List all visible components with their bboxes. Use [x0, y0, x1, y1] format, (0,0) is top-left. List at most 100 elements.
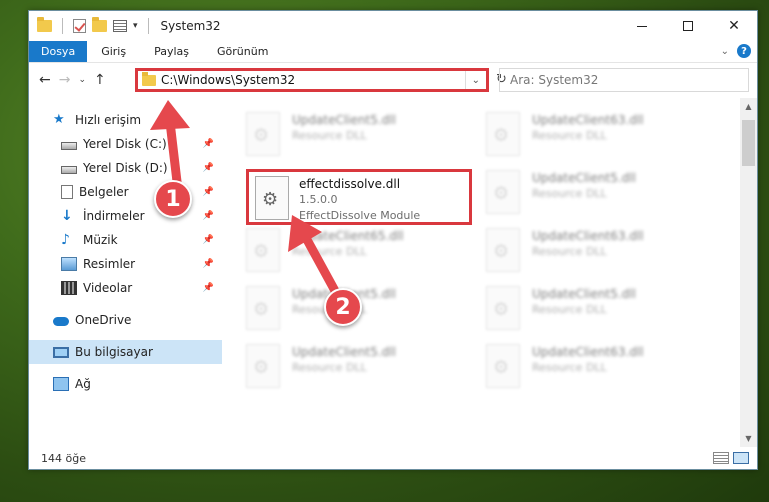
- sidebar-item-label: Belgeler: [79, 185, 129, 199]
- tab-file[interactable]: Dosya: [29, 41, 88, 62]
- recent-locations-icon[interactable]: ⌄: [78, 75, 86, 85]
- file-tile[interactable]: UpdateClient5.dllResource DLL: [486, 282, 726, 340]
- file-tile[interactable]: UpdateClient63.dllResource DLL: [486, 340, 726, 398]
- file-tile[interactable]: UpdateClient65.dllResource DLL: [246, 224, 486, 282]
- file-tile[interactable]: UpdateClient5.dllResource DLL: [246, 282, 486, 340]
- sidebar-item-label: İndirmeler: [83, 209, 145, 223]
- folder-icon: [142, 71, 156, 86]
- computer-icon: [53, 346, 69, 358]
- drive-icon: [61, 141, 77, 150]
- up-icon[interactable]: ↑: [94, 72, 106, 88]
- window-controls: ✕: [619, 11, 757, 41]
- close-button[interactable]: ✕: [711, 11, 757, 41]
- pin-icon[interactable]: 📌: [203, 139, 214, 149]
- file-tile[interactable]: UpdateClient5.dllResource DLL: [486, 166, 726, 224]
- sidebar-item-label: Yerel Disk (C:): [83, 137, 167, 151]
- step-marker-1: 1: [154, 180, 192, 218]
- file-tile[interactable]: UpdateClient5.dllResource DLL: [246, 108, 486, 166]
- search-input[interactable]: Ara: System32: [499, 68, 749, 92]
- chevron-down-icon[interactable]: ⌄: [464, 71, 486, 89]
- back-icon[interactable]: ←: [39, 72, 51, 88]
- dll-file-icon: [246, 286, 280, 330]
- tiles-view-icon[interactable]: [733, 452, 749, 464]
- scroll-thumb[interactable]: [742, 120, 755, 166]
- maximize-icon: [683, 21, 693, 31]
- pin-icon[interactable]: 📌: [203, 163, 214, 173]
- music-icon: ♪: [61, 232, 70, 248]
- tab-share[interactable]: Paylaş: [140, 41, 203, 62]
- sidebar-item-network[interactable]: Ağ: [29, 372, 222, 396]
- sidebar-item-videos[interactable]: Videolar 📌: [29, 276, 222, 300]
- pin-icon[interactable]: 📌: [203, 283, 214, 293]
- pin-icon[interactable]: 📌: [203, 211, 214, 221]
- download-icon: ↓: [61, 208, 73, 224]
- window-title: System32: [160, 19, 221, 33]
- tab-home[interactable]: Giriş: [87, 41, 140, 62]
- sidebar-item-local-disk-c[interactable]: Yerel Disk (C:) 📌: [29, 132, 222, 156]
- sidebar-item-label: Videolar: [83, 281, 133, 295]
- pin-icon[interactable]: 📌: [203, 187, 214, 197]
- new-folder-icon[interactable]: [92, 17, 107, 32]
- navigation-pane: ★ Hızlı erişim Yerel Disk (C:) 📌 Yerel D…: [29, 98, 222, 447]
- ribbon-controls: ⌄ ?: [721, 44, 751, 58]
- sidebar-item-label: Resimler: [83, 257, 136, 271]
- sidebar-item-quick-access[interactable]: ★ Hızlı erişim: [29, 108, 222, 132]
- file-list: UpdateClient5.dllResource DLL UpdateClie…: [222, 98, 757, 447]
- tab-view[interactable]: Görünüm: [203, 41, 282, 62]
- navigation-buttons: ← → ⌄ ↑: [29, 72, 135, 88]
- file-tile[interactable]: UpdateClient5.dllResource DLL: [246, 340, 486, 398]
- pin-icon[interactable]: 📌: [203, 259, 214, 269]
- document-icon: [61, 185, 73, 199]
- details-view-icon[interactable]: [713, 452, 729, 464]
- toolbar-separator: [147, 18, 149, 34]
- dll-file-icon: [486, 112, 520, 156]
- sidebar-item-this-pc[interactable]: Bu bilgisayar: [29, 340, 222, 364]
- step-marker-2: 2: [324, 288, 362, 326]
- properties-check-icon[interactable]: [73, 19, 86, 33]
- folder-icon[interactable]: [37, 17, 52, 32]
- sidebar-item-local-disk-d[interactable]: Yerel Disk (D:) 📌: [29, 156, 222, 180]
- properties-icon[interactable]: [113, 20, 127, 32]
- status-bar: 144 öğe: [29, 447, 757, 469]
- sidebar-item-pictures[interactable]: Resimler 📌: [29, 252, 222, 276]
- file-name: effectdissolve.dll: [299, 177, 401, 191]
- dll-file-icon: [486, 228, 520, 272]
- expand-ribbon-icon[interactable]: ⌄: [721, 46, 729, 57]
- minimize-icon: [637, 25, 647, 27]
- scroll-up-icon[interactable]: ▲: [740, 98, 757, 115]
- file-tile[interactable]: UpdateClient63.dllResource DLL: [486, 108, 726, 166]
- sidebar-item-documents[interactable]: Belgeler 📌: [29, 180, 222, 204]
- explorer-window: ▾ System32 ✕ Dosya Giriş Paylaş Görünüm …: [28, 10, 758, 470]
- address-path[interactable]: C:\Windows\System32: [161, 73, 465, 87]
- view-buttons: [713, 452, 749, 464]
- help-icon[interactable]: ?: [737, 44, 751, 58]
- dll-file-icon: [246, 344, 280, 388]
- scroll-down-icon[interactable]: ▼: [740, 430, 757, 447]
- sidebar-item-onedrive[interactable]: OneDrive: [29, 308, 222, 332]
- chevron-down-icon[interactable]: ▾: [133, 21, 138, 31]
- sidebar-item-label: Müzik: [83, 233, 118, 247]
- network-icon: [53, 377, 69, 391]
- highlighted-file-tile[interactable]: effectdissolve.dll 1.5.0.0 EffectDissolv…: [246, 169, 472, 225]
- video-icon: [61, 281, 77, 295]
- address-bar[interactable]: C:\Windows\System32 ⌄: [135, 68, 489, 92]
- dll-file-icon: [246, 228, 280, 272]
- drive-icon: [61, 165, 77, 174]
- dll-file-icon: [246, 112, 280, 156]
- sidebar-item-music[interactable]: ♪ Müzik 📌: [29, 228, 222, 252]
- address-row: ← → ⌄ ↑ C:\Windows\System32 ⌄ ↻ Ara: Sys…: [29, 63, 757, 97]
- vertical-scrollbar[interactable]: ▲ ▼: [740, 98, 757, 447]
- pin-icon[interactable]: 📌: [203, 235, 214, 245]
- title-bar: ▾ System32 ✕: [29, 11, 757, 41]
- toolbar-separator: [62, 18, 63, 34]
- close-icon: ✕: [728, 18, 740, 34]
- star-icon: ★: [53, 112, 65, 127]
- maximize-button[interactable]: [665, 11, 711, 41]
- minimize-button[interactable]: [619, 11, 665, 41]
- quick-access-toolbar: ▾ System32: [29, 17, 221, 34]
- sidebar-item-downloads[interactable]: ↓ İndirmeler 📌: [29, 204, 222, 228]
- file-tile[interactable]: UpdateClient63.dllResource DLL: [486, 224, 726, 282]
- forward-icon[interactable]: →: [59, 72, 71, 88]
